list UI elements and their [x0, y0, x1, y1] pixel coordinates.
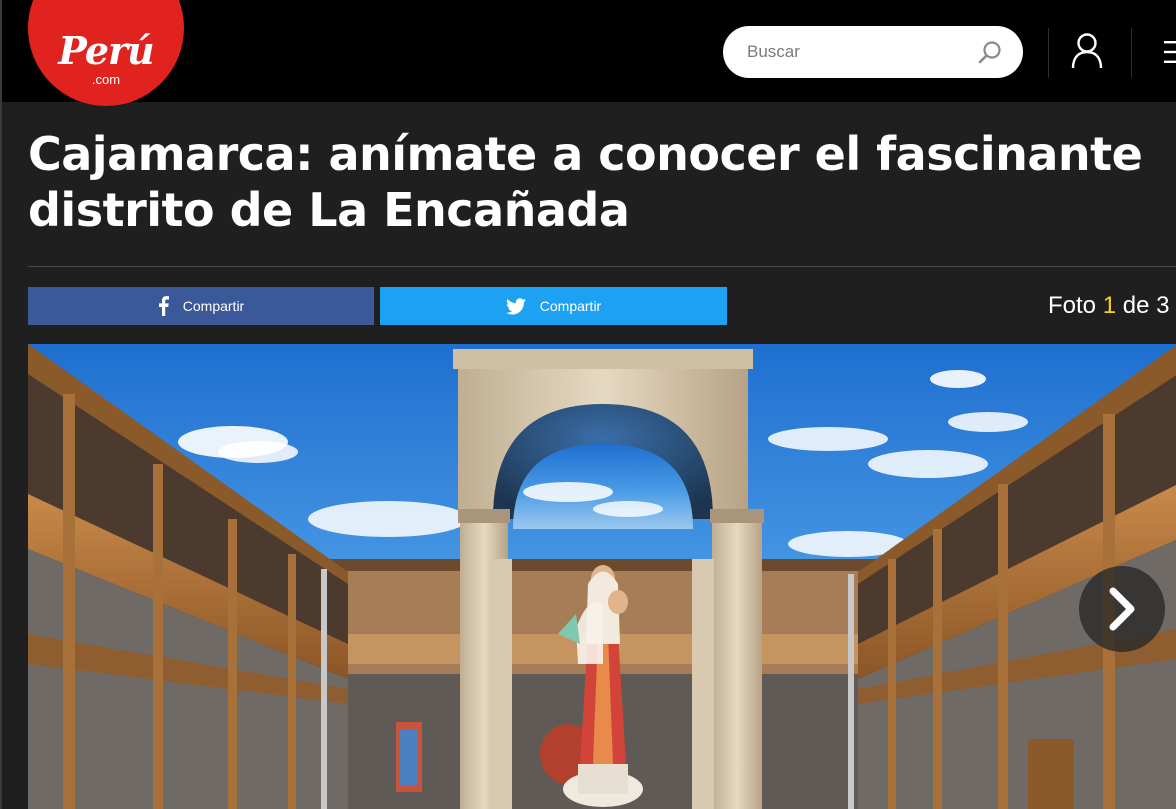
search-icon[interactable]: [977, 40, 1003, 66]
search-input[interactable]: [747, 38, 967, 66]
peru-com-logo[interactable]: Perú .com: [28, 0, 184, 106]
twitter-share-button[interactable]: Compartir: [380, 287, 727, 325]
menu-icon[interactable]: [1162, 40, 1176, 64]
chevron-right-icon: [1109, 587, 1135, 631]
photo-counter-prefix: Foto: [1048, 292, 1097, 319]
site-header: Perú .com: [0, 0, 1176, 106]
header-divider: [1131, 28, 1132, 78]
photo-counter-current: 1: [1102, 292, 1117, 319]
gallery-photo: [28, 344, 1176, 809]
logo-domain: .com: [91, 72, 121, 87]
article-title: Cajamarca: anímate a conocer el fascinan…: [28, 127, 1143, 237]
facebook-share-label: Compartir: [182, 298, 245, 314]
title-divider: [28, 266, 1176, 267]
twitter-share-label: Compartir: [539, 298, 602, 314]
photo-counter-total: 3: [1156, 292, 1170, 319]
search-box: [723, 26, 1023, 78]
logo-wordmark: Perú: [58, 28, 154, 73]
header-divider: [1048, 28, 1049, 78]
facebook-icon: [158, 296, 169, 316]
article-content: Cajamarca: anímate a conocer el fascinan…: [0, 102, 1176, 809]
facebook-share-button[interactable]: Compartir: [28, 287, 374, 325]
next-photo-button[interactable]: [1079, 566, 1165, 652]
photo-counter: Foto 1 de 3: [1048, 292, 1169, 320]
twitter-icon: [505, 297, 526, 314]
photo-counter-separator: de: [1122, 292, 1150, 319]
user-icon[interactable]: [1070, 32, 1104, 70]
